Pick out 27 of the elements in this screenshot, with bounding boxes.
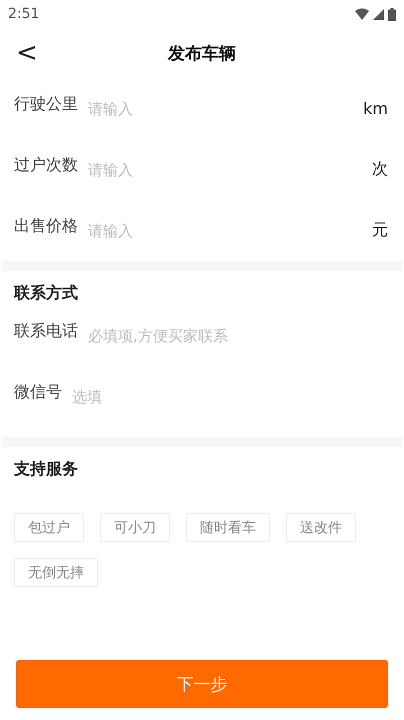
field-label: 微信号 (14, 382, 62, 403)
status-time: 2:51 (8, 6, 40, 22)
unit-label: km (363, 99, 388, 118)
input-field[interactable]: 请输入 (88, 222, 364, 240)
page-title: 发布车辆 (168, 42, 236, 64)
service-tag[interactable]: 随时看车 (186, 513, 270, 542)
field-label: 行驶公里 (14, 94, 78, 115)
unit-label: 元 (372, 220, 388, 241)
field-label: 联系电话 (14, 321, 78, 342)
service-tag[interactable]: 送改件 (286, 513, 356, 542)
signal-icon (373, 8, 384, 20)
wifi-icon (355, 8, 369, 20)
unit-label: 次 (372, 159, 388, 180)
service-tag[interactable]: 包过户 (14, 513, 84, 542)
section-title: 支持服务 (13, 458, 79, 480)
next-button[interactable]: 下一步 (16, 660, 388, 708)
service-tag[interactable]: 可小刀 (100, 513, 170, 542)
input-field[interactable]: 必填项,方便买家联系 (88, 326, 388, 344)
battery-icon (388, 8, 396, 20)
field-label: 过户次数 (14, 155, 78, 176)
field-label: 出售价格 (14, 216, 78, 237)
back-button[interactable]: < (10, 38, 44, 68)
input-field[interactable]: 选填 (72, 388, 388, 406)
input-field[interactable]: 请输入 (88, 100, 356, 118)
input-field[interactable]: 请输入 (88, 160, 364, 178)
section-title: 联系方式 (12, 282, 79, 304)
service-tag[interactable]: 无倒无摔 (14, 558, 98, 587)
